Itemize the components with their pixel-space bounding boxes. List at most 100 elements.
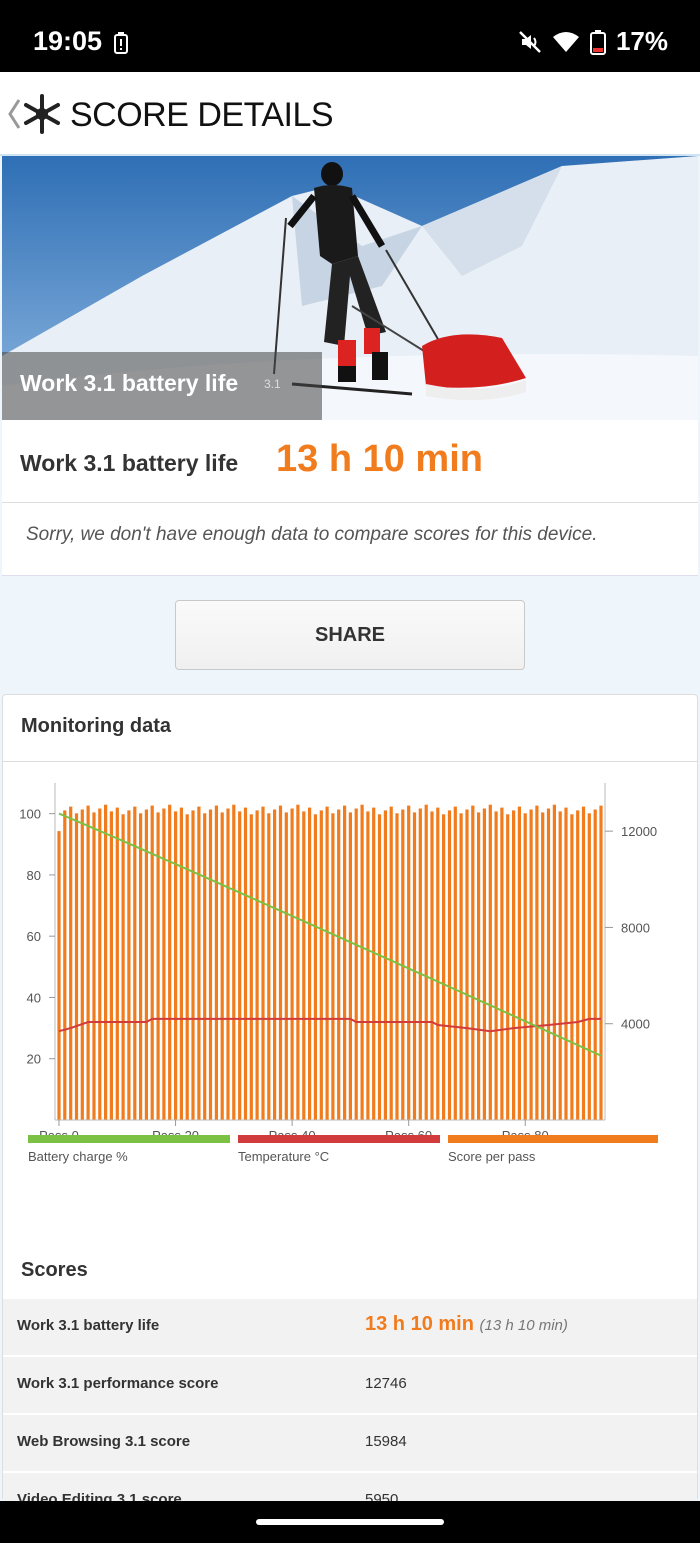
y-left-tick-label: 40: [27, 990, 41, 1005]
score-bar: [535, 805, 539, 1120]
score-name: Work 3.1 performance score: [17, 1375, 219, 1392]
score-bar: [494, 811, 498, 1120]
score-bar: [168, 804, 172, 1120]
battery-alert-icon: [114, 32, 128, 54]
x-tick-label: Pass 80: [502, 1128, 549, 1135]
score-bar: [395, 813, 399, 1120]
y-right-tick-label: 12000: [621, 824, 657, 839]
score-bar: [92, 812, 96, 1120]
score-bar: [226, 808, 230, 1120]
score-bar: [488, 804, 492, 1120]
back-arrow-icon[interactable]: [6, 96, 22, 132]
legend-swatch: [238, 1135, 440, 1143]
status-time: 19:05: [33, 26, 103, 56]
x-tick-label: Pass 40: [269, 1128, 316, 1135]
divider: [2, 502, 698, 503]
mute-icon: [519, 30, 541, 53]
hero-version: 3.1: [264, 377, 281, 391]
y-right-tick-label: 4000: [621, 1017, 650, 1032]
chart-svg: 100 80 60 40 20 12000 8000 4000 Pass 0 Pass 20 Pas…: [19, 783, 657, 1143]
score-bar: [273, 809, 277, 1120]
score-bar: [570, 814, 574, 1120]
score-bar: [174, 811, 178, 1120]
score-bar: [139, 813, 143, 1120]
score-bar: [86, 805, 90, 1120]
wifi-icon: [552, 31, 579, 52]
score-bar: [278, 805, 283, 1120]
legend-temperature: Temperature °C: [238, 1135, 440, 1175]
legend-swatch: [28, 1135, 230, 1143]
score-bar: [343, 805, 347, 1120]
share-button[interactable]: SHARE: [175, 600, 525, 670]
score-bar: [471, 805, 475, 1120]
score-bar: [442, 814, 446, 1120]
score-name: Work 3.1 battery life: [17, 1317, 160, 1334]
score-bar: [319, 810, 323, 1120]
score-bar: [453, 806, 457, 1120]
score-value-sub: (13 h 10 min): [479, 1317, 568, 1334]
score-bar: [144, 809, 148, 1120]
legend-battery: Battery charge %: [28, 1135, 230, 1175]
table-row: Work 3.1 battery life 13 h 10 min (13 h …: [3, 1299, 697, 1357]
score-bar: [412, 812, 417, 1120]
score-bar: [517, 806, 521, 1120]
snowflake-icon: [24, 94, 60, 134]
score-bar: [360, 804, 364, 1120]
score-bar: [121, 814, 125, 1120]
score-bar: [546, 808, 551, 1120]
score-bar: [407, 805, 411, 1120]
score-bar: [477, 812, 481, 1120]
score-value: 15984: [365, 1433, 407, 1450]
x-tick-label: Pass 60: [385, 1128, 432, 1135]
score-bar: [337, 809, 341, 1120]
x-tick-label: Pass 20: [152, 1128, 199, 1135]
score-bar: [127, 810, 131, 1120]
score-bar: [104, 804, 108, 1120]
score-name: Video Editing 3.1 score: [17, 1491, 182, 1501]
y-left-tick-label: 20: [27, 1052, 41, 1067]
home-gesture-handle[interactable]: [256, 1519, 444, 1525]
score-bar: [156, 812, 160, 1120]
result-label: Work 3.1 battery life: [20, 450, 239, 476]
score-bar: [133, 806, 137, 1120]
legend-label: Battery charge %: [28, 1149, 128, 1164]
score-bar: [523, 813, 527, 1120]
monitoring-chart: 100 80 60 40 20 12000 8000 4000 Pass 0 Pass 20 Pas…: [3, 775, 697, 1143]
score-bar: [197, 806, 201, 1120]
score-value-main: 13 h 10 min: [365, 1313, 474, 1335]
score-bar: [459, 813, 463, 1120]
status-bar: 19:05 17%: [0, 0, 700, 72]
score-bar: [214, 805, 218, 1120]
page-title: SCORE DETAILS: [70, 96, 334, 134]
legend-label: Score per pass: [448, 1149, 536, 1164]
score-bar: [348, 812, 352, 1120]
scores-table: Work 3.1 battery life 13 h 10 min (13 h …: [3, 1299, 697, 1501]
score-bar: [593, 809, 597, 1120]
score-bar: [430, 811, 434, 1120]
score-bar: [80, 809, 84, 1120]
legend-score: Score per pass: [448, 1135, 658, 1175]
content: Work 3.1 battery life 3.1 Work 3.1 batte…: [0, 156, 700, 1501]
score-value: 12746: [365, 1375, 407, 1392]
hero-banner: Work 3.1 battery life 3.1: [2, 156, 698, 420]
score-bar: [325, 806, 329, 1120]
score-bar: [74, 813, 79, 1120]
result-value: 13 h 10 min: [276, 438, 483, 480]
score-bar: [208, 809, 213, 1120]
score-bar: [220, 812, 224, 1120]
score-bar: [331, 813, 335, 1120]
app-header: SCORE DETAILS: [0, 72, 700, 156]
score-bar: [576, 810, 580, 1120]
score-bar: [529, 809, 533, 1120]
score-bar: [564, 807, 568, 1120]
monitoring-title: Monitoring data: [21, 715, 171, 737]
score-bar: [389, 806, 393, 1120]
score-bar: [313, 814, 317, 1120]
battery-percent: 17%: [615, 26, 668, 56]
scores-title: Scores: [21, 1259, 88, 1281]
y-left-tick-label: 100: [19, 807, 41, 822]
score-bar: [255, 810, 259, 1120]
table-row: Web Browsing 3.1 score 15984: [3, 1415, 697, 1473]
score-bar: [284, 812, 288, 1120]
score-bar: [238, 811, 242, 1120]
